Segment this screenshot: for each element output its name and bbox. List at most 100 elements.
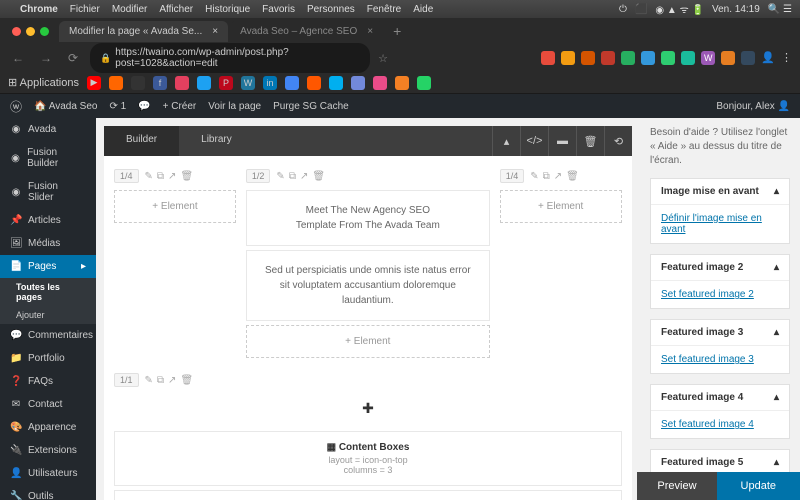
add-element-button[interactable]: + Element (246, 325, 490, 358)
preview-button[interactable]: Preview (637, 472, 716, 500)
sidebar-item-extensions[interactable]: 🔌Extensions (0, 439, 96, 462)
ext-icon[interactable] (641, 51, 655, 65)
sidebar-subitem[interactable]: Toutes les pages (0, 278, 96, 306)
wordpress-logo-icon[interactable]: ⓦ (10, 98, 22, 115)
wifi-icon[interactable]: ◉ ▲ ᯤ 🔋 (655, 2, 704, 16)
set-image-link[interactable]: Set featured image 4 (661, 419, 754, 430)
edit-icon[interactable]: ✎ (145, 375, 153, 386)
sidebar-item-articles[interactable]: 📌Articles (0, 209, 96, 232)
avatar-icon[interactable]: 👤 (761, 51, 775, 65)
clone-icon[interactable]: ⧉ (543, 171, 550, 182)
trash-icon[interactable]: 🗑 (566, 171, 579, 182)
new-tab-button[interactable]: + (385, 23, 409, 39)
meta-box-title[interactable]: Featured image 3▴ (651, 320, 789, 346)
ext-icon[interactable] (601, 51, 615, 65)
bookmark-icon[interactable] (285, 76, 299, 90)
column-size[interactable]: 1/1 (114, 373, 139, 387)
maximize-window-icon[interactable] (40, 27, 49, 36)
sidebar-item-commentaires[interactable]: 💬Commentaires (0, 324, 96, 347)
content-boxes-element[interactable]: ▦ Content Boxes layout = icon-on-top col… (114, 431, 622, 486)
ext-icon[interactable] (741, 51, 755, 65)
ext-icon[interactable] (561, 51, 575, 65)
column-size[interactable]: 1/4 (114, 169, 139, 183)
menu-item[interactable]: Favoris (262, 4, 295, 15)
trash-icon[interactable]: 🗑 (180, 171, 193, 182)
forward-button[interactable]: → (36, 51, 56, 65)
forward-icon[interactable]: ↗ (554, 171, 562, 182)
new-content-button[interactable]: + Créer (163, 101, 197, 112)
forward-icon[interactable]: ↗ (168, 375, 176, 386)
set-image-link[interactable]: Set featured image 3 (661, 354, 754, 365)
ext-icon[interactable] (721, 51, 735, 65)
ext-icon[interactable] (661, 51, 675, 65)
bookmark-icon[interactable] (197, 76, 211, 90)
meta-box-title[interactable]: Image mise en avant▴ (651, 179, 789, 205)
address-bar[interactable]: 🔒 https://twaino.com/wp-admin/post.php?p… (90, 43, 370, 73)
search-icon[interactable]: 🔍 ☰ (768, 4, 792, 15)
sidebar-item-faqs[interactable]: ❓FAQs (0, 370, 96, 393)
bookmark-icon[interactable]: W (241, 76, 255, 90)
bookmark-icon[interactable]: in (263, 76, 277, 90)
sidebar-item-médias[interactable]: 🖼Médias (0, 232, 96, 255)
menu-icon[interactable]: ⋮ (781, 51, 792, 65)
bookmark-icon[interactable] (307, 76, 321, 90)
window-controls[interactable] (4, 27, 57, 36)
toggle-icon[interactable]: ▴ (774, 457, 779, 468)
sidebar-item-pages[interactable]: 📄Pages▸ (0, 255, 96, 278)
edit-icon[interactable]: ✎ (276, 171, 284, 182)
sidebar-subitem[interactable]: Ajouter (0, 306, 96, 324)
save-icon[interactable]: ▬ (548, 126, 576, 156)
menu-item[interactable]: Modifier (112, 4, 148, 15)
text-element[interactable]: Sed ut perspiciatis unde omnis iste natu… (246, 250, 490, 321)
edit-icon[interactable]: ✎ (530, 171, 538, 182)
apps-button[interactable]: ⊞ Applications (8, 76, 79, 89)
updates-icon[interactable]: ⟳ 1 (109, 101, 126, 112)
clone-icon[interactable]: ⧉ (157, 375, 164, 386)
trash-icon[interactable]: 🗑 (312, 171, 325, 182)
reload-button[interactable]: ⟳ (64, 51, 82, 65)
sidebar-item-apparence[interactable]: 🎨Apparence (0, 416, 96, 439)
bookmark-icon[interactable] (395, 76, 409, 90)
bookmark-icon[interactable]: ▶ (87, 76, 101, 90)
close-icon[interactable]: × (367, 26, 373, 37)
view-page-link[interactable]: Voir la page (208, 101, 261, 112)
back-button[interactable]: ← (8, 51, 28, 65)
clone-icon[interactable]: ⧉ (157, 171, 164, 182)
ext-icon[interactable] (621, 51, 635, 65)
forward-icon[interactable]: ↗ (168, 171, 176, 182)
history-icon[interactable]: ⟲ (604, 126, 632, 156)
bookmark-icon[interactable] (175, 76, 189, 90)
menu-item[interactable]: Historique (205, 4, 250, 15)
set-image-link[interactable]: Set featured image 2 (661, 289, 754, 300)
forward-icon[interactable]: ↗ (300, 171, 308, 182)
tab-builder[interactable]: Builder (104, 126, 179, 156)
menu-item[interactable]: Fichier (70, 4, 100, 15)
menu-item[interactable]: Aide (413, 4, 433, 15)
edit-icon[interactable]: ✎ (145, 171, 153, 182)
bookmark-icon[interactable]: P (219, 76, 233, 90)
toggle-icon[interactable]: ▴ (774, 392, 779, 403)
bookmark-icon[interactable] (329, 76, 343, 90)
close-icon[interactable]: × (212, 26, 218, 37)
ext-icon[interactable] (681, 51, 695, 65)
heading-element[interactable]: Meet The New Agency SEO Template From Th… (246, 190, 490, 246)
user-greeting[interactable]: Bonjour, Alex 👤 (716, 101, 790, 112)
sidebar-item-fusion-builder[interactable]: ◉Fusion Builder (0, 141, 96, 175)
site-name[interactable]: 🏠 Avada Seo (34, 101, 97, 112)
add-row-button[interactable]: ✚ (114, 390, 622, 427)
ext-icon[interactable]: W (701, 51, 715, 65)
add-element-button[interactable]: + Element (500, 190, 622, 223)
toggle-icon[interactable]: ▴ (774, 186, 779, 197)
tab-library[interactable]: Library (179, 126, 254, 156)
close-window-icon[interactable] (12, 27, 21, 36)
clone-icon[interactable]: ⧉ (289, 171, 296, 182)
meta-box-title[interactable]: Featured image 4▴ (651, 385, 789, 411)
column-size[interactable]: 1/2 (246, 169, 271, 183)
menu-item[interactable]: Afficher (159, 4, 193, 15)
toggle-icon[interactable]: ▴ (774, 262, 779, 273)
sidebar-item-contact[interactable]: ✉Contact (0, 393, 96, 416)
collapse-icon[interactable]: ▴ (492, 126, 520, 156)
sidebar-item-outils[interactable]: 🔧Outils (0, 485, 96, 500)
meta-box-title[interactable]: Featured image 2▴ (651, 255, 789, 281)
minimize-window-icon[interactable] (26, 27, 35, 36)
